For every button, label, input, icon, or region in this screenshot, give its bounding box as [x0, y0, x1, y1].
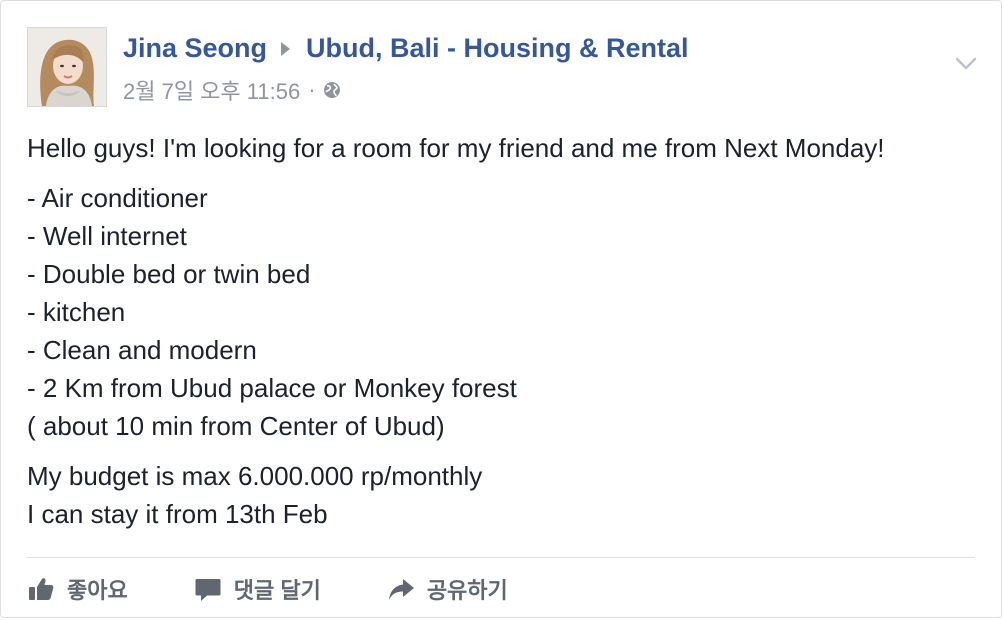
- like-button[interactable]: 좋아요: [27, 573, 128, 605]
- author-avatar[interactable]: [27, 27, 107, 107]
- like-label: 좋아요: [67, 578, 128, 603]
- requirements-list: - Air conditioner - Well internet - Doub…: [27, 179, 981, 445]
- triangle-right-icon: [281, 41, 291, 56]
- group-name-link[interactable]: Ubud, Bali - Housing & Rental: [306, 33, 689, 64]
- comment-label: 댓글 달기: [233, 578, 321, 603]
- list-item: - Clean and modern: [27, 335, 257, 365]
- share-arrow-icon: [387, 575, 415, 603]
- list-item: - kitchen: [27, 297, 126, 327]
- budget-line: My budget is max 6.000.000 rp/monthly: [27, 461, 483, 491]
- post-timestamp[interactable]: 2월 7일 오후 11:56: [123, 74, 300, 106]
- list-item: ( about 10 min from Center of Ubud): [27, 411, 445, 441]
- post-card: Jina Seong Ubud, Bali - Housing & Rental…: [0, 0, 1002, 618]
- list-item: - 2 Km from Ubud palace or Monkey forest: [27, 373, 517, 403]
- list-item: - Well internet: [27, 221, 187, 251]
- post-title-line: Jina Seong Ubud, Bali - Housing & Rental: [123, 33, 689, 64]
- comment-icon: [194, 575, 222, 603]
- actions-divider: [27, 557, 975, 558]
- list-item: - Air conditioner: [27, 183, 208, 213]
- post-meta: 2월 7일 오후 11:56 ·: [123, 74, 342, 106]
- list-item: - Double bed or twin bed: [27, 259, 311, 289]
- post-header: Jina Seong Ubud, Bali - Housing & Rental…: [27, 27, 1001, 109]
- chevron-down-icon[interactable]: [955, 57, 977, 71]
- meta-separator: ·: [308, 77, 316, 102]
- post-actions: 좋아요 댓글 달기 공유하기: [27, 569, 574, 609]
- post-closing: My budget is max 6.000.000 rp/monthly I …: [27, 457, 981, 533]
- avatar-portrait: [28, 28, 106, 106]
- globe-icon[interactable]: [322, 80, 342, 100]
- share-button[interactable]: 공유하기: [387, 573, 508, 605]
- post-intro: Hello guys! I'm looking for a room for m…: [27, 133, 885, 163]
- post-body: Hello guys! I'm looking for a room for m…: [27, 129, 981, 545]
- comment-button[interactable]: 댓글 달기: [194, 573, 321, 605]
- share-label: 공유하기: [426, 578, 508, 603]
- thumbs-up-icon: [27, 575, 55, 603]
- stay-date-line: I can stay it from 13th Feb: [27, 499, 328, 529]
- author-name-link[interactable]: Jina Seong: [123, 33, 267, 64]
